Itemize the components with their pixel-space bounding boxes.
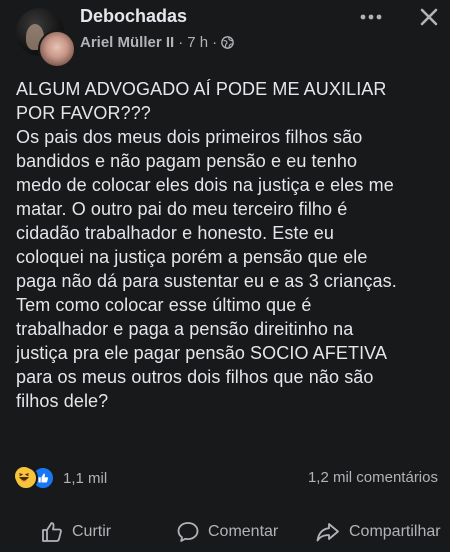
like-button[interactable]: Curtir: [40, 520, 111, 544]
group-avatar[interactable]: [16, 8, 76, 68]
globe-icon: [221, 36, 234, 49]
like-label: Curtir: [72, 523, 112, 540]
group-name[interactable]: Debochadas: [80, 6, 187, 27]
share-button[interactable]: Compartilhar: [315, 520, 441, 544]
haha-reaction-icon: [14, 466, 38, 490]
post-meta: Ariel Müller II · 7 h ·: [80, 34, 234, 51]
meta-separator-2: ·: [212, 34, 218, 51]
post-header: Debochadas Ariel Müller II · 7 h ·: [0, 0, 450, 70]
comment-button[interactable]: Comentar: [176, 520, 278, 544]
comment-label: Comentar: [208, 523, 279, 540]
thumbs-up-icon: [40, 520, 64, 544]
more-horizontal-icon[interactable]: [356, 2, 386, 32]
author-name[interactable]: Ariel Müller II: [80, 34, 174, 51]
close-icon[interactable]: [414, 2, 444, 32]
share-label: Compartilhar: [349, 523, 441, 540]
post-actions-bar: Curtir Comentar Compartilhar: [0, 512, 450, 552]
reactions-summary[interactable]: 1,1 mil: [14, 466, 108, 490]
author-avatar[interactable]: [38, 30, 76, 68]
post-time[interactable]: 7 h: [187, 34, 208, 51]
meta-separator: ·: [178, 34, 184, 51]
post-body-text: ALGUM ADVOGADO AÍ PODE ME AUXILIAR POR F…: [16, 79, 397, 411]
reactions-count: 1,1 mil: [63, 469, 108, 487]
comment-bubble-icon: [176, 520, 200, 544]
comments-count[interactable]: 1,2 mil comentários: [308, 469, 438, 486]
share-arrow-icon: [315, 520, 341, 544]
